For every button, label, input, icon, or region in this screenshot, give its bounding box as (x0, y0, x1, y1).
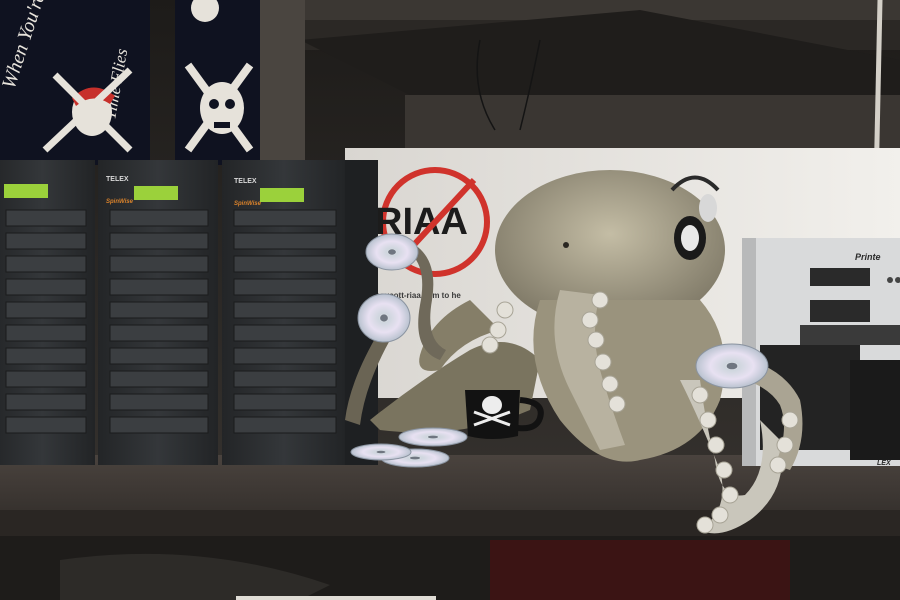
drive-bay (109, 209, 209, 227)
duplicator-brand: TELEX (234, 178, 257, 185)
drive-bay (109, 347, 209, 365)
sucker (711, 506, 729, 524)
sucker (721, 486, 739, 504)
sucker (691, 386, 709, 404)
drive-bay (109, 393, 209, 411)
skull-icon (482, 396, 502, 414)
drive-bay (233, 255, 337, 273)
drive-bay (5, 416, 87, 434)
sucker (696, 516, 714, 534)
sucker (699, 411, 717, 429)
cd-hole (726, 362, 738, 370)
drive-bay (233, 347, 337, 365)
drive-bay (109, 324, 209, 342)
cd-hole (388, 249, 396, 255)
drive-bay (233, 278, 337, 296)
drive-bay (5, 209, 87, 227)
drive-bay (109, 232, 209, 250)
duplicator-sub: SpinWise (234, 201, 262, 207)
sucker (781, 411, 799, 429)
sucker (481, 336, 499, 354)
duplicator-sub: SpinWise (106, 199, 134, 205)
cd-hole (376, 450, 386, 454)
sucker (715, 461, 733, 479)
drive-bay (233, 209, 337, 227)
lcd-display (4, 184, 48, 198)
drive-bay (5, 324, 87, 342)
drive-bay (109, 278, 209, 296)
photo-scene: When You're Ha Time Flies RIAA boycott-r… (0, 0, 900, 600)
pirate-flag-right (175, 0, 260, 165)
pirate-flag-left: When You're Ha Time Flies (0, 0, 150, 165)
sucker (581, 311, 599, 329)
cd-hole (427, 435, 439, 439)
drive-bay (233, 370, 337, 388)
sucker (489, 321, 507, 339)
drive-bay (233, 416, 337, 434)
sucker (776, 436, 794, 454)
lcd-display (260, 188, 304, 202)
sucker (591, 291, 609, 309)
drive-bay (233, 232, 337, 250)
drive-bay (233, 393, 337, 411)
drive-bay (5, 393, 87, 411)
printer-brand: Printe (855, 252, 881, 262)
drive-bay (233, 301, 337, 319)
drive-bay (109, 416, 209, 434)
drive-bay (5, 232, 87, 250)
drive-bay (109, 255, 209, 273)
sucker (587, 331, 605, 349)
duplicator-brand: TELEX (106, 176, 129, 183)
sucker (707, 436, 725, 454)
lcd-display (134, 186, 178, 200)
drive-bay (109, 370, 209, 388)
printer-label: LEX (877, 460, 892, 467)
drive-bay (5, 347, 87, 365)
cd-hole (409, 456, 421, 460)
sucker (769, 456, 787, 474)
drive-bay (109, 301, 209, 319)
cd-hole (380, 314, 388, 322)
scene-svg: When You're Ha Time Flies RIAA boycott-r… (0, 0, 900, 600)
drive-bay (233, 324, 337, 342)
drive-bay (5, 301, 87, 319)
drive-bay (5, 278, 87, 296)
sucker (608, 395, 626, 413)
sucker (594, 353, 612, 371)
sucker (601, 375, 619, 393)
drive-bay (5, 370, 87, 388)
sucker (496, 301, 514, 319)
drive-bay (5, 255, 87, 273)
